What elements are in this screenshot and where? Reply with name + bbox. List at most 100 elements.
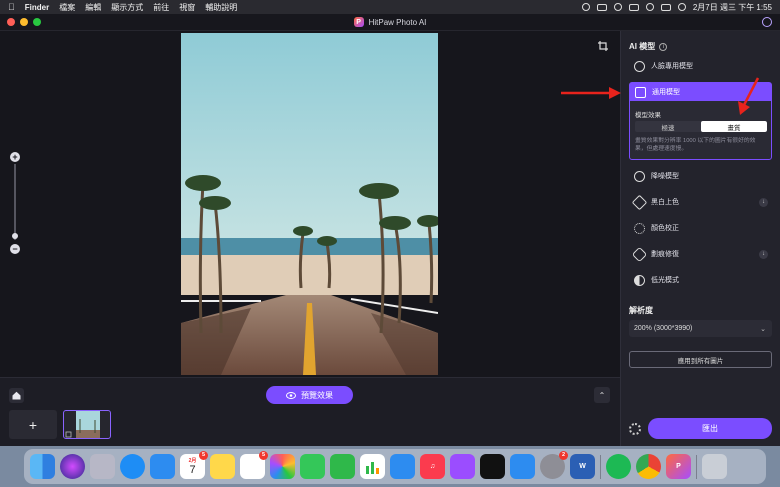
minimize-window-button[interactable] — [20, 18, 28, 26]
menu-view[interactable]: 顯示方式 — [111, 2, 143, 13]
resolution-select[interactable]: 200% (3000*3990) ⌄ — [629, 320, 772, 337]
preview-photo — [181, 33, 438, 375]
link-icon[interactable] — [613, 3, 622, 11]
zoom-out-button[interactable]: − — [10, 244, 20, 254]
ai-model-title: AI 模型 i — [629, 41, 668, 52]
info-icon[interactable]: i — [659, 42, 668, 51]
model-low-light-label: 低光模式 — [651, 277, 679, 284]
dock-reminders-icon[interactable]: 5 — [240, 451, 268, 479]
dock-mail-icon[interactable] — [150, 454, 175, 479]
model-effect-label: 模型效果 — [635, 112, 661, 119]
dock-numbers-icon[interactable] — [360, 454, 385, 479]
dock-facetime-icon[interactable] — [330, 454, 355, 479]
image-thumbnail[interactable] — [63, 410, 111, 439]
dock-calendar-icon[interactable]: 2月 7 5 — [180, 451, 208, 479]
annotation-arrow-icon — [738, 77, 760, 115]
window-title: P HitPaw Photo AI — [353, 17, 427, 27]
zoom-slider-handle[interactable] — [12, 233, 18, 239]
wifi-icon[interactable] — [645, 3, 654, 11]
menubar-app-name[interactable]: Finder — [25, 3, 49, 12]
menu-edit[interactable]: 編輯 — [85, 2, 101, 13]
dock-finder-icon[interactable] — [30, 454, 55, 479]
ai-model-title-text: AI 模型 — [629, 42, 656, 51]
dock-launchpad-icon[interactable] — [90, 454, 115, 479]
model-color-correction[interactable]: 顏色校正 — [629, 218, 772, 238]
menu-file[interactable]: 檔案 — [59, 2, 75, 13]
model-color-correction-label: 顏色校正 — [651, 225, 679, 232]
face-icon — [634, 60, 645, 72]
download-icon[interactable]: ↓ — [759, 197, 768, 207]
home-button[interactable] — [9, 388, 24, 403]
dock-word-icon[interactable]: W — [570, 454, 595, 479]
dock-tv-icon[interactable] — [480, 454, 505, 479]
apple-menu-icon[interactable]:  — [8, 2, 15, 12]
model-denoise-label: 降噪模型 — [651, 173, 679, 180]
dock-music-icon[interactable]: ♫ — [420, 454, 445, 479]
account-icon[interactable] — [762, 17, 772, 27]
model-low-light[interactable]: 低光模式 — [629, 270, 772, 290]
effect-option-fast[interactable]: 極速 — [635, 121, 701, 132]
calendar-month: 2月 — [188, 458, 197, 464]
crop-icon[interactable] — [598, 41, 608, 51]
dock-photos-icon[interactable] — [270, 454, 295, 479]
home-icon — [12, 391, 21, 400]
chevron-down-icon: ⌄ — [760, 325, 766, 333]
model-face-label: 人臉專用模型 — [651, 63, 693, 70]
model-colorize-label: 黑白上色 — [651, 199, 679, 206]
bandage-icon — [631, 246, 648, 262]
dock-trash-icon[interactable] — [702, 454, 727, 479]
menu-window[interactable]: 視窗 — [179, 2, 195, 13]
model-scratch-repair[interactable]: 劃痕修復 ↓ — [629, 244, 772, 264]
window-controls — [7, 18, 41, 26]
close-window-button[interactable] — [7, 18, 15, 26]
model-general-label: 通用模型 — [652, 89, 680, 96]
dock-safari-icon[interactable] — [120, 454, 145, 479]
dock-app-store-icon[interactable] — [510, 454, 535, 479]
siri-menubar-icon[interactable] — [677, 3, 686, 11]
zoom-window-button[interactable] — [33, 18, 41, 26]
model-denoise[interactable]: 降噪模型 — [629, 166, 772, 186]
dock-siri-icon[interactable] — [60, 454, 85, 479]
eye-icon — [286, 391, 296, 399]
dock-chrome-icon[interactable] — [636, 454, 661, 479]
model-colorize[interactable]: 黑白上色 ↓ — [629, 192, 772, 212]
dock-system-settings-icon[interactable]: 2 — [540, 451, 568, 479]
dock-hitpaw-icon[interactable]: P — [666, 454, 691, 479]
menu-go[interactable]: 前往 — [153, 2, 169, 13]
zoom-in-button[interactable]: + — [10, 152, 20, 162]
menu-help[interactable]: 輔助說明 — [205, 2, 237, 13]
chevron-up-icon: ⌃ — [598, 390, 606, 400]
collapse-thumbnails-button[interactable]: ⌃ — [594, 387, 610, 403]
dock-notes-icon[interactable] — [210, 454, 235, 479]
annotation-arrow-icon — [561, 87, 621, 99]
contrast-icon — [634, 274, 645, 286]
model-scratch-repair-label: 劃痕修復 — [651, 251, 679, 258]
preview-effect-label: 預覽效果 — [301, 390, 333, 400]
menubar-clock[interactable]: 2月7日 週三 下午 1:55 — [693, 2, 772, 13]
zoom-slider-track[interactable] — [14, 164, 16, 240]
add-image-button[interactable]: + — [9, 410, 57, 439]
model-effect-toggle[interactable]: 極速 畫質 — [635, 121, 767, 132]
model-face[interactable]: 人臉專用模型 — [629, 56, 772, 76]
menubar:  Finder 檔案 編輯 顯示方式 前往 視窗 輔助說明 2月7日 週三 下… — [0, 0, 780, 14]
effect-option-quality[interactable]: 畫質 — [701, 121, 767, 132]
status-circle-icon[interactable] — [581, 3, 590, 11]
dock: 2月 7 5 5 ♫ 2 W P — [24, 449, 766, 484]
gear-icon[interactable] — [629, 423, 641, 435]
dock-spotify-icon[interactable] — [606, 454, 631, 479]
dock-keynote-icon[interactable] — [390, 454, 415, 479]
window-title-text: HitPaw Photo AI — [368, 17, 427, 27]
dock-messages-icon[interactable] — [300, 454, 325, 479]
control-center-icon[interactable] — [660, 3, 671, 11]
download-icon[interactable]: ↓ — [759, 249, 768, 259]
resolution-title: 解析度 — [629, 306, 653, 315]
export-button[interactable]: 匯出 — [648, 418, 772, 439]
battery-icon[interactable] — [628, 3, 639, 11]
hitpaw-logo-icon: P — [353, 17, 364, 27]
plus-icon: + — [28, 416, 38, 433]
input-method-icon[interactable] — [596, 3, 607, 11]
preview-effect-button[interactable]: 預覽效果 — [266, 386, 353, 404]
dock-podcasts-icon[interactable] — [450, 454, 475, 479]
system-settings-badge: 2 — [559, 451, 568, 460]
apply-to-all-button[interactable]: 應用到所有圖片 — [629, 351, 772, 368]
